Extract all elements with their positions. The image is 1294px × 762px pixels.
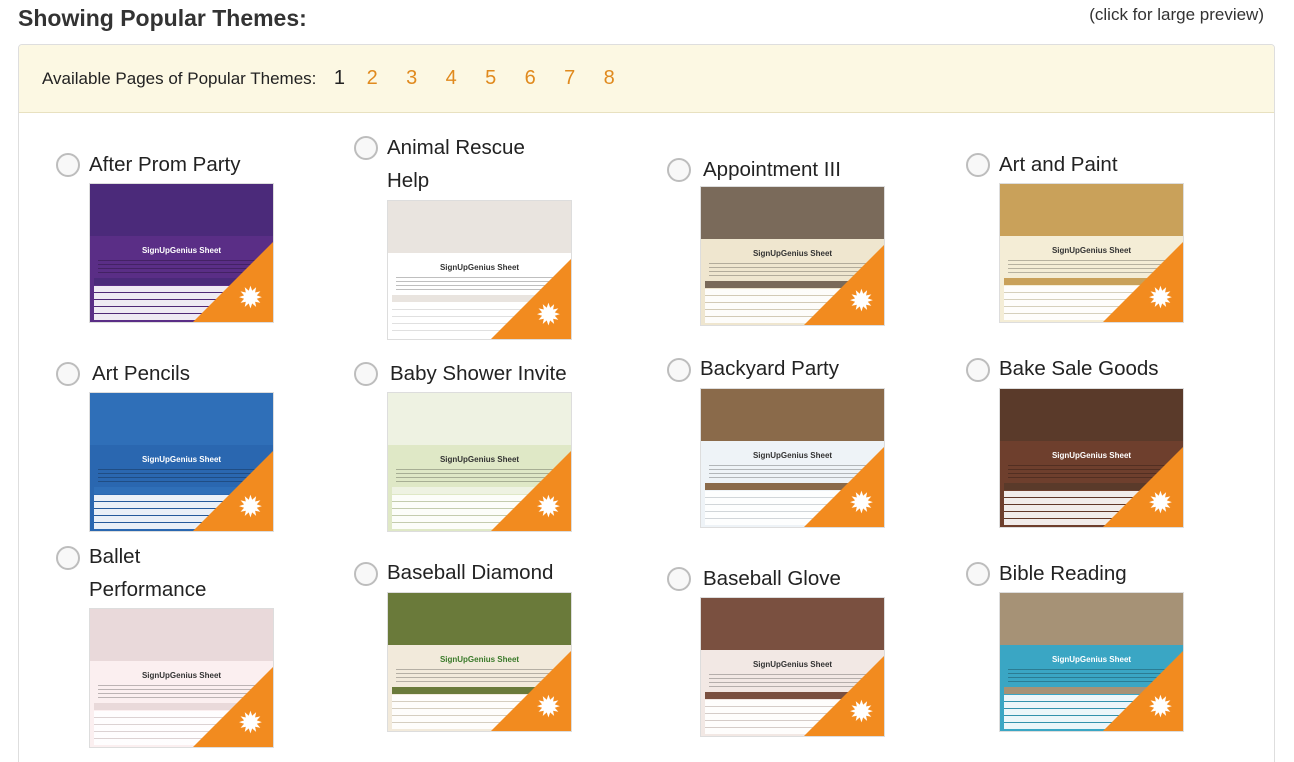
page-current: 1 (333, 67, 345, 89)
thumbnail-header-image (701, 598, 884, 650)
premium-badge-icon: ✹ (1147, 282, 1173, 315)
theme-name: Baseball Glove (703, 567, 841, 590)
theme-preview-thumbnail[interactable]: SignUpGenius Sheet ✹ (999, 388, 1184, 528)
thumbnail-header-image (90, 184, 273, 236)
theme-preview-thumbnail[interactable]: SignUpGenius Sheet ✹ (387, 200, 572, 340)
theme-preview-thumbnail[interactable]: SignUpGenius Sheet ✹ (700, 597, 885, 737)
theme-name: After Prom Party (89, 153, 241, 176)
theme-radio[interactable] (966, 358, 990, 382)
thumbnail-header-image (388, 393, 571, 445)
premium-badge-icon: ✹ (1147, 691, 1173, 724)
thumbnail-header-image (90, 393, 273, 445)
thumbnail-header-image (1000, 184, 1183, 236)
thumbnail-header-image (1000, 593, 1183, 645)
premium-badge-icon: ✹ (848, 696, 874, 729)
page-link-6[interactable]: 6 (510, 67, 550, 90)
preview-hint: (click for large preview) (1089, 5, 1264, 24)
pagination-label: Available Pages of Popular Themes: (42, 68, 317, 88)
theme-preview-thumbnail[interactable]: SignUpGenius Sheet ✹ (700, 186, 885, 326)
thumbnail-header-image (388, 201, 571, 253)
theme-radio[interactable] (966, 562, 990, 586)
theme-radio[interactable] (667, 567, 691, 591)
theme-radio[interactable] (354, 362, 378, 386)
thumbnail-header-image (90, 609, 273, 661)
pagination-bar: Available Pages of Popular Themes: 1 2 3… (19, 45, 1274, 113)
premium-badge-icon: ✹ (848, 487, 874, 520)
theme-radio[interactable] (354, 562, 378, 586)
theme-preview-thumbnail[interactable]: SignUpGenius Sheet ✹ (89, 392, 274, 532)
theme-preview-thumbnail[interactable]: SignUpGenius Sheet ✹ (999, 592, 1184, 732)
theme-preview-thumbnail[interactable]: SignUpGenius Sheet ✹ (89, 183, 274, 323)
theme-preview-thumbnail[interactable]: SignUpGenius Sheet ✹ (999, 183, 1184, 323)
thumbnail-header-image (701, 187, 884, 239)
theme-name: Bake Sale Goods (999, 357, 1159, 380)
thumbnail-header-image (701, 389, 884, 441)
theme-preview-thumbnail[interactable]: SignUpGenius Sheet ✹ (89, 608, 274, 748)
premium-badge-icon: ✹ (848, 285, 874, 318)
theme-radio[interactable] (667, 358, 691, 382)
premium-badge-icon: ✹ (535, 299, 561, 332)
premium-badge-icon: ✹ (535, 491, 561, 524)
page-title: Showing Popular Themes: (18, 5, 307, 31)
theme-preview-thumbnail[interactable]: SignUpGenius Sheet ✹ (387, 392, 572, 532)
theme-name: Ballet Performance (89, 545, 207, 601)
theme-name: Backyard Party (700, 357, 839, 380)
theme-radio[interactable] (56, 153, 80, 177)
theme-radio[interactable] (667, 158, 691, 182)
page-link-3[interactable]: 3 (392, 67, 432, 90)
premium-badge-icon: ✹ (535, 691, 561, 724)
premium-badge-icon: ✹ (237, 491, 263, 524)
theme-name: Baby Shower Invite (390, 362, 567, 385)
page-link-2[interactable]: 2 (352, 67, 392, 90)
theme-radio[interactable] (56, 546, 80, 570)
theme-name: Art Pencils (92, 362, 190, 385)
theme-radio[interactable] (56, 362, 80, 386)
premium-badge-icon: ✹ (1147, 487, 1173, 520)
thumbnail-header-image (1000, 389, 1183, 441)
theme-radio[interactable] (966, 153, 990, 177)
theme-name: Appointment III (703, 158, 841, 181)
premium-badge-icon: ✹ (237, 707, 263, 740)
page-link-7[interactable]: 7 (550, 67, 590, 90)
theme-name: Art and Paint (999, 153, 1118, 176)
page-link-5[interactable]: 5 (471, 67, 511, 90)
theme-radio[interactable] (354, 136, 378, 160)
theme-preview-thumbnail[interactable]: SignUpGenius Sheet ✹ (387, 592, 572, 732)
theme-name: Baseball Diamond (387, 561, 554, 584)
page-link-4[interactable]: 4 (431, 67, 471, 90)
thumbnail-header-image (388, 593, 571, 645)
theme-name: Animal Rescue Help (387, 136, 525, 192)
theme-preview-thumbnail[interactable]: SignUpGenius Sheet ✹ (700, 388, 885, 528)
premium-badge-icon: ✹ (237, 282, 263, 315)
theme-name: Bible Reading (999, 562, 1127, 585)
page-link-8[interactable]: 8 (589, 67, 629, 90)
